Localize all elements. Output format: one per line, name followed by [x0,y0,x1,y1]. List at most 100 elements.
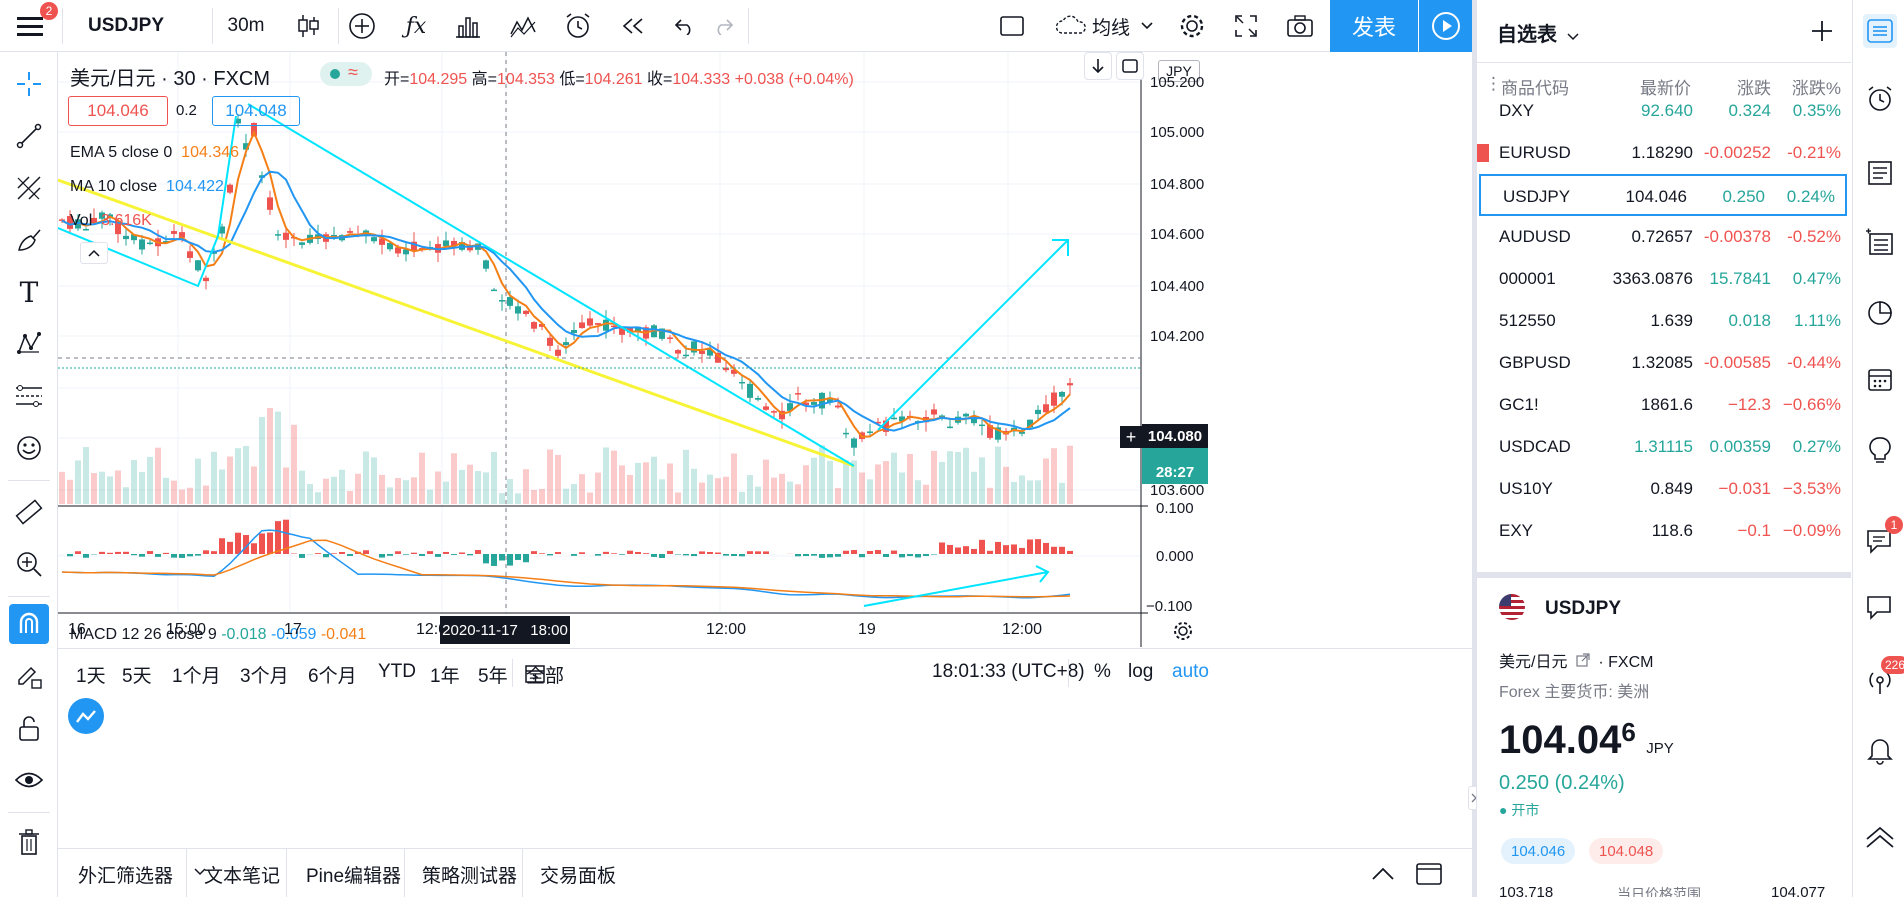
range-button[interactable]: 5年 [478,661,508,688]
brush-tool[interactable] [9,220,49,260]
compare-button[interactable] [340,0,384,52]
alerts-widget-button[interactable] [1863,82,1897,116]
menu-button[interactable]: 2 [8,0,58,52]
watchlist-row[interactable]: USDJPY 104.046 0.250 0.24% [1479,174,1847,216]
ema-legend[interactable]: EMA 5 close 0 104.346 [70,144,239,162]
watchlist-row[interactable]: AUDUSD 0.72657 -0.00378 -0.52% [1477,216,1851,258]
hotlist-widget-button[interactable] [1863,296,1897,330]
add-symbol-button[interactable] [1807,16,1837,46]
redo-button[interactable] [704,0,744,52]
buy-button[interactable]: 104.048 [212,96,300,126]
log-scale-toggle[interactable]: log [1128,661,1153,683]
symbol-search-button[interactable]: USDJPY [70,0,210,52]
fullscreen-button[interactable] [1224,0,1268,52]
replay-button[interactable] [1419,0,1472,52]
watchlist-row[interactable]: GC1! 1861.6 −12.3 −0.66% [1477,384,1851,426]
text-tool[interactable]: T [9,272,49,312]
select-area-button[interactable] [990,0,1034,52]
collapse-legend-button[interactable] [80,242,108,264]
bottom-tab[interactable]: 文本笔记 [204,861,280,888]
scroll-latest-button[interactable] [1084,52,1112,80]
detail-symbol[interactable]: USDJPY [1545,598,1621,620]
chart-pane[interactable]: 美元/日元 · 30 · FXCM ≈ 开=104.295 高=104.353 … [58,52,1472,780]
magnet-tool[interactable] [9,604,49,644]
maximize-pane-button[interactable] [1116,52,1144,80]
candle-style-button[interactable] [286,0,330,52]
bottom-tab[interactable]: 策略测试器 [422,861,517,888]
publish-button[interactable]: 发表 [1330,0,1418,52]
timezone-clock[interactable]: 18:01:33 (UTC+8) [932,661,1085,683]
range-button[interactable]: 3个月 [240,661,289,688]
tradingview-logo[interactable] [68,698,104,734]
replay-rewind-button[interactable] [612,0,654,52]
interval-button[interactable]: 30m [216,0,276,52]
undo-button[interactable] [664,0,704,52]
icons-tool[interactable] [9,428,49,468]
detail-bid[interactable]: 104.046 [1501,838,1576,864]
calendar-widget-button[interactable] [1863,362,1897,396]
expand-panel-button[interactable] [1368,861,1398,887]
zoom-tool[interactable] [9,544,49,584]
range-button[interactable]: 5天 [122,661,152,688]
range-button[interactable]: YTD [378,661,416,683]
notifications-button[interactable] [1863,734,1897,768]
maximize-panel-button[interactable] [1414,861,1444,887]
templates-button[interactable] [500,0,546,52]
lock-all-tool[interactable] [9,708,49,748]
watchlist-row[interactable]: EURUSD 1.18290 -0.00252 -0.21% [1477,132,1851,174]
private-chats-button[interactable] [1863,590,1897,624]
watchlist-widget-button[interactable] [1863,14,1897,48]
fib-tool[interactable] [9,168,49,208]
go-to-date-button[interactable] [520,659,550,687]
crosshair-tool[interactable] [9,64,49,104]
market-status-pill[interactable]: ≈ [320,62,372,86]
watchlist-row[interactable]: 512550 1.639 0.018 1.11% [1477,300,1851,342]
auto-scale-toggle[interactable]: auto [1172,661,1209,683]
settings-button[interactable] [1170,0,1214,52]
indicator-cloud-dropdown[interactable]: 均线 [1044,0,1164,52]
add-price-button[interactable]: + [1120,426,1142,448]
measure-tool[interactable] [9,492,49,532]
bottom-tab[interactable]: Pine编辑器 [306,861,401,888]
ideas-widget-button[interactable] [1863,434,1897,468]
order-panel-button[interactable] [1863,820,1897,854]
pattern-tool[interactable] [9,324,49,364]
data-window-button[interactable] [1863,226,1897,260]
sell-button[interactable]: 104.046 [68,96,168,126]
range-button[interactable]: 6个月 [308,661,357,688]
detail-ask[interactable]: 104.048 [1589,838,1664,864]
watchlist-row[interactable]: US10Y 0.849 −0.031 −3.53% [1477,468,1851,510]
chats-widget-button[interactable]: 1 [1863,516,1903,558]
watchlist-title-button[interactable]: 自选表 [1497,18,1579,47]
range-button[interactable]: 1天 [76,661,106,688]
watchlist-row[interactable]: GBPUSD 1.32085 -0.00585 -0.44% [1477,342,1851,384]
volume-bar [787,481,793,504]
volume-legend[interactable]: Vol 3.616K [70,212,152,230]
watchlist-row[interactable]: DXY 92.640 0.324 0.35% [1477,90,1851,132]
snapshot-button[interactable] [1278,0,1322,52]
ma-legend[interactable]: MA 10 close 104.422 [70,178,224,196]
candle-body [1043,404,1049,413]
watchlist-row[interactable]: EXY 118.6 −0.1 −0.09% [1477,510,1851,552]
bottom-tab[interactable]: 交易面板 [540,861,616,888]
macd-histogram-bar [611,553,617,554]
macd-legend[interactable]: MACD 12 26 close 9 -0.018 -0.059 -0.041 [70,626,366,644]
remove-drawings-tool[interactable] [9,822,49,862]
financials-button[interactable] [446,0,490,52]
watchlist-row[interactable]: USDCAD 1.31115 0.00359 0.27% [1477,426,1851,468]
news-widget-button[interactable] [1863,156,1897,190]
alert-button[interactable] [556,0,600,52]
external-link-icon[interactable] [1576,653,1590,667]
trendline-tool[interactable] [9,116,49,156]
hide-drawings-tool[interactable] [9,760,49,800]
indicators-button[interactable]: ƒx [394,0,438,52]
axis-settings-button[interactable] [1170,618,1196,644]
streams-widget-button[interactable]: 226 [1863,656,1904,698]
bottom-tab[interactable]: 外汇筛选器 [78,861,173,888]
prediction-tool[interactable] [9,376,49,416]
lock-draw-tool[interactable] [9,656,49,696]
percent-scale-toggle[interactable]: % [1094,661,1111,683]
range-button[interactable]: 1个月 [172,661,221,688]
range-button[interactable]: 1年 [430,661,460,688]
watchlist-row[interactable]: 000001 3363.0876 15.7841 0.47% [1477,258,1851,300]
